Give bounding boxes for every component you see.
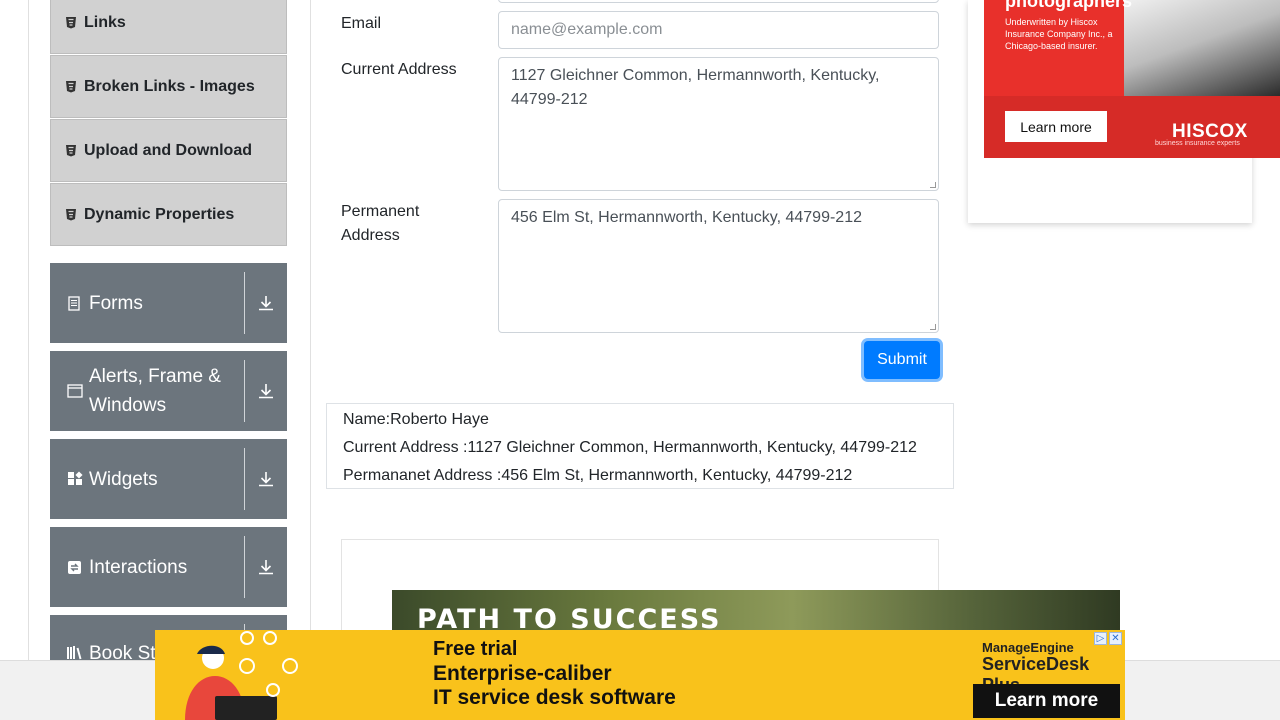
element-icon	[65, 144, 77, 157]
element-icon	[65, 208, 77, 221]
chevron-down-icon[interactable]	[245, 351, 287, 431]
output-name: Name:Roberto Haye	[343, 411, 489, 428]
ad-description: Underwritten by Hiscox Insurance Company…	[1005, 17, 1113, 51]
sidebar-group-interactions[interactable]: Interactions	[50, 527, 287, 607]
current-address-field[interactable]: 1127 Gleichner Common, Hermannworth, Ken…	[498, 57, 939, 191]
hiscox-ad[interactable]: photographers Underwritten by Hiscox Ins…	[984, 0, 1280, 158]
email-field[interactable]: name@example.com	[498, 11, 939, 49]
ad-learn-more-button[interactable]: Learn more	[973, 684, 1120, 718]
sidebar-item-dynamic-properties[interactable]: Dynamic Properties	[50, 183, 287, 246]
chevron-down-icon[interactable]	[245, 263, 287, 343]
element-icon	[65, 16, 77, 29]
submit-button[interactable]: Submit	[864, 341, 940, 379]
sidebar-group-widgets[interactable]: Widgets	[50, 439, 287, 519]
ad-headline: photographers	[1005, 0, 1133, 11]
sidebar-group-alerts[interactable]: Alerts, Frame & Windows	[50, 351, 287, 431]
sidebar-item-label: Dynamic Properties	[84, 205, 235, 223]
person-laptop-illustration	[185, 631, 298, 720]
document-icon	[67, 295, 83, 311]
output-current-address: Current Address :1127 Gleichner Common, …	[343, 439, 917, 456]
ad-line-2: Enterprise-caliber	[433, 662, 612, 685]
ad-brand-top: ManageEngine	[982, 640, 1074, 655]
sidebar-item-label: Links	[84, 13, 126, 31]
output-permanent-address: Permananet Address :456 Elm St, Hermannw…	[343, 467, 853, 484]
ad-line-1: Free trial	[433, 638, 518, 660]
sidebar-item-broken-links[interactable]: Broken Links - Images	[50, 55, 287, 118]
ad-tagline: business insurance experts	[1155, 140, 1240, 147]
close-icon[interactable]: ✕	[1109, 632, 1122, 645]
current-address-label: Current Address	[341, 61, 457, 78]
chevron-down-icon[interactable]	[245, 527, 287, 607]
resize-handle-icon[interactable]	[930, 182, 936, 188]
sidebar-group-label: Alerts, Frame & Windows	[89, 366, 221, 416]
interactions-icon	[67, 560, 83, 575]
sidebar-item-links[interactable]: Links	[50, 0, 287, 54]
permanent-address-field[interactable]: 456 Elm St, Hermannworth, Kentucky, 4479…	[498, 199, 939, 333]
resize-handle-icon[interactable]	[930, 324, 936, 330]
widgets-icon	[67, 471, 83, 487]
current-address-value: 1127 Gleichner Common, Hermannworth, Ken…	[511, 67, 880, 108]
email-label: Email	[341, 15, 382, 32]
book-icon	[67, 645, 83, 660]
sidebar-item-label: Upload and Download	[84, 141, 252, 159]
sidebar-group-label: Forms	[89, 292, 143, 314]
permanent-address-value: 456 Elm St, Hermannworth, Kentucky, 4479…	[511, 209, 862, 226]
chevron-down-icon[interactable]	[245, 439, 287, 519]
sidebar-group-forms[interactable]: Forms	[50, 263, 287, 343]
ad-choices-icon[interactable]: ▷	[1094, 632, 1107, 645]
ad-line-3: IT service desk software	[433, 686, 676, 709]
window-icon	[67, 384, 83, 398]
full-name-field[interactable]	[498, 0, 939, 3]
sidebar-item-label: Broken Links - Images	[84, 77, 255, 95]
page: Links Broken Links - Images Upload and D…	[0, 0, 1280, 720]
servicedesk-ad[interactable]: Free trial Enterprise-caliber IT service…	[155, 630, 1125, 720]
sidebar-group-label: Interactions	[89, 556, 188, 578]
element-icon	[65, 80, 77, 93]
photographer-image	[1124, 0, 1280, 96]
permanent-address-label: Permanent Address	[341, 203, 420, 244]
output-box: Name:Roberto Haye Current Address :1127 …	[326, 403, 954, 489]
sidebar-item-upload-download[interactable]: Upload and Download	[50, 119, 287, 182]
ad-learn-more-button[interactable]: Learn more	[1005, 111, 1107, 142]
sidebar-group-label: Widgets	[89, 468, 158, 490]
